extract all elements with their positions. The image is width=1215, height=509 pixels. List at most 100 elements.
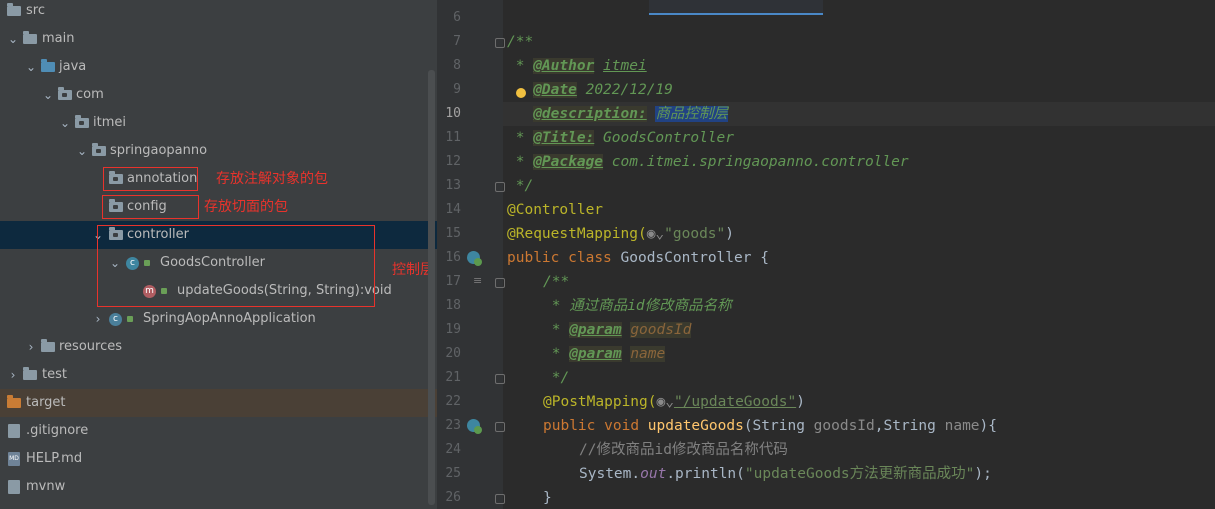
code-line-25: System.out.println("updateGoods方法更新商品成功"…: [579, 466, 992, 482]
code-line-14: @Controller: [507, 202, 604, 218]
tree-item-springaopanno[interactable]: ⌄ springaopanno: [0, 137, 437, 165]
code-line-16: public class GoodsController {: [507, 250, 769, 266]
fold-marker-icon[interactable]: [495, 38, 505, 48]
tree-item-src[interactable]: src: [0, 0, 437, 25]
tree-item-help[interactable]: MD HELP.md: [0, 445, 437, 473]
line-number: 14: [445, 202, 461, 217]
lock-icon: [127, 316, 133, 322]
file-icon: [8, 424, 20, 438]
code-line-13: */: [507, 178, 534, 194]
chevron-down-icon[interactable]: ⌄: [58, 109, 72, 137]
fold-marker-icon[interactable]: [495, 182, 505, 192]
code-line-11: * @Title: GoodsController: [507, 130, 734, 146]
code-line-7: /**: [507, 34, 534, 50]
markdown-file-icon: MD: [8, 452, 20, 466]
tree-label: mvnw: [26, 479, 66, 494]
line-number: 22: [445, 394, 461, 409]
spring-class-icon: c: [109, 313, 122, 326]
line-number: 12: [445, 154, 461, 169]
chevron-right-icon[interactable]: ›: [24, 333, 38, 361]
line-number: 8: [453, 58, 461, 73]
config-highlight-box: [102, 195, 199, 219]
tree-item-com[interactable]: ⌄ com: [0, 81, 437, 109]
code-line-19: * @param goodsId: [543, 322, 692, 338]
tree-label: resources: [59, 339, 123, 354]
line-number: 11: [445, 130, 461, 145]
spring-bean-icon[interactable]: [467, 251, 482, 266]
spring-mapping-icon[interactable]: [467, 419, 482, 434]
fold-marker-icon[interactable]: [495, 278, 505, 288]
fold-marker-icon[interactable]: [495, 374, 505, 384]
tree-label: itmei: [93, 115, 126, 130]
annotation-highlight-box: [103, 167, 198, 191]
code-editor[interactable]: 6 7 8 9 10 11 12 13 14 15 16 17 18 19 20…: [437, 0, 1215, 509]
tree-label: main: [42, 31, 75, 46]
code-line-12: * @Package com.itmei.springaopanno.contr…: [507, 154, 909, 170]
line-number: 7: [453, 34, 461, 49]
controller-highlight-box: [97, 225, 375, 307]
tree-item-itmei[interactable]: ⌄ itmei: [0, 109, 437, 137]
code-line-22: @PostMapping(◉⌄"/updateGoods"): [543, 394, 805, 410]
line-number: 16: [445, 250, 461, 265]
chevron-down-icon[interactable]: ⌄: [75, 137, 89, 165]
globe-icon[interactable]: ◉⌄: [657, 394, 674, 410]
file-icon: [8, 480, 20, 494]
fold-marker-icon[interactable]: [495, 422, 505, 432]
code-line-17: /**: [543, 274, 570, 290]
code-line-8: * @Author itmei: [507, 58, 647, 74]
tree-item-test[interactable]: › test: [0, 361, 437, 389]
project-tree: src ⌄ main ⌄ java ⌄ com ⌄ itmei ⌄ spring…: [0, 0, 437, 509]
tree-label: com: [76, 87, 104, 102]
config-note: 存放切面的包: [204, 199, 288, 215]
tree-scrollbar[interactable]: [428, 70, 435, 505]
chevron-down-icon[interactable]: ⌄: [6, 25, 20, 53]
active-tab-indicator: [649, 0, 823, 15]
tree-item-gitignore[interactable]: .gitignore: [0, 417, 437, 445]
package-icon: [92, 143, 106, 156]
tree-item-resources[interactable]: › resources: [0, 333, 437, 361]
tree-label: springaopanno: [110, 143, 208, 158]
source-folder-icon: [41, 59, 55, 72]
code-line-10: @description: 商品控制层: [533, 106, 728, 122]
tree-label: .gitignore: [26, 423, 89, 438]
chevron-right-icon[interactable]: ›: [91, 305, 105, 333]
line-number: 25: [445, 466, 461, 481]
line-number: 26: [445, 490, 461, 505]
tree-item-main[interactable]: ⌄ main: [0, 25, 437, 53]
tree-label: java: [59, 59, 87, 74]
chevron-right-icon[interactable]: ›: [6, 361, 20, 389]
tree-label: HELP.md: [26, 451, 83, 466]
folder-icon: [23, 31, 37, 44]
tree-label: test: [42, 367, 67, 382]
chevron-down-icon[interactable]: ⌄: [41, 81, 55, 109]
tree-item-target[interactable]: target: [0, 389, 437, 417]
folder-icon: [7, 3, 21, 16]
line-number: 24: [445, 442, 461, 457]
line-number: 19: [445, 322, 461, 337]
code-line-18: * 通过商品id修改商品名称: [543, 298, 732, 314]
tree-label: target: [26, 395, 66, 410]
resources-folder-icon: [41, 339, 55, 352]
tree-label: SpringAopAnnoApplication: [143, 311, 316, 326]
fold-marker-icon[interactable]: [495, 494, 505, 504]
code-line-26: }: [543, 490, 552, 506]
line-number: 13: [445, 178, 461, 193]
globe-icon[interactable]: ◉⌄: [647, 226, 664, 242]
tree-item-app[interactable]: › c SpringAopAnnoApplication: [0, 305, 437, 333]
line-number: 15: [445, 226, 461, 241]
line-number: 23: [445, 418, 461, 433]
tree-item-mvnw[interactable]: mvnw: [0, 473, 437, 501]
folder-icon: [23, 367, 37, 380]
excluded-folder-icon: [7, 395, 21, 408]
tree-item-java[interactable]: ⌄ java: [0, 53, 437, 81]
line-number: 17: [445, 274, 461, 289]
chevron-down-icon[interactable]: ⌄: [24, 53, 38, 81]
tree-label: src: [26, 3, 45, 18]
line-number: 9: [453, 82, 461, 97]
code-line-23: public void updateGoods(String goodsId,S…: [543, 418, 997, 434]
doc-render-icon[interactable]: ≡: [473, 274, 482, 287]
line-number: 20: [445, 346, 461, 361]
code-line-9: @Date 2022/12/19: [533, 82, 673, 98]
line-number: 18: [445, 298, 461, 313]
code-line-15: @RequestMapping(◉⌄"goods"): [507, 226, 734, 242]
